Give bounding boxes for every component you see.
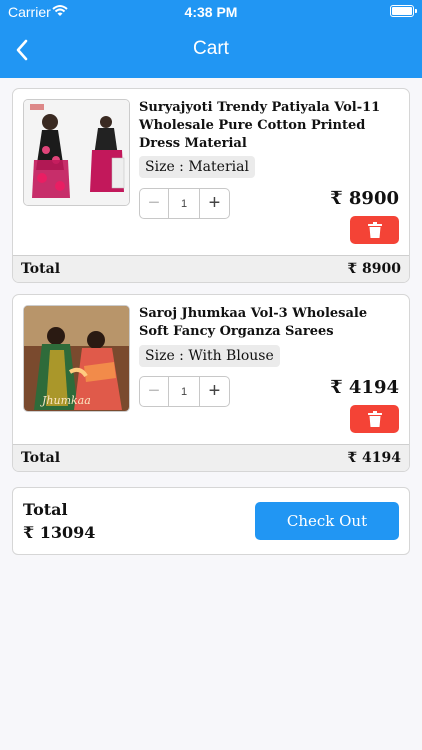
item-total-value: ₹ 8900 — [347, 261, 401, 277]
status-bar: Carrier 4:38 PM — [0, 0, 422, 24]
decrement-button[interactable]: − — [139, 376, 169, 407]
item-total-label: Total — [21, 261, 61, 277]
quantity-stepper: − 1 + — [139, 376, 230, 407]
page-title: Cart — [193, 38, 229, 59]
grand-total-label: Total — [23, 500, 68, 519]
item-price: ₹ 4194 — [330, 377, 399, 398]
trash-icon — [367, 411, 382, 427]
status-time: 4:38 PM — [184, 4, 238, 20]
quantity-stepper: − 1 + — [139, 188, 230, 219]
quantity-field[interactable]: 1 — [169, 376, 199, 407]
trash-icon — [367, 222, 382, 238]
product-image-caption: Jhumkaa — [42, 394, 91, 407]
product-name[interactable]: Suryajyoti Trendy Patiyala Vol-11 Wholes… — [139, 99, 401, 153]
cart-item: Jhumkaa Saroj Jhumkaa Vol-3 Wholesale So… — [12, 294, 410, 472]
size-badge: Size : Material — [139, 156, 255, 178]
quantity-field[interactable]: 1 — [169, 188, 199, 219]
item-total-value: ₹ 4194 — [347, 450, 401, 466]
checkout-button[interactable]: Check Out — [255, 502, 399, 540]
grand-total-value: ₹ 13094 — [23, 523, 96, 542]
product-image[interactable]: Jhumkaa — [23, 305, 130, 412]
cart-summary: Total ₹ 13094 Check Out — [12, 487, 410, 555]
increment-button[interactable]: + — [199, 376, 230, 407]
cart-item: Suryajyoti Trendy Patiyala Vol-11 Wholes… — [12, 88, 410, 283]
item-price: ₹ 8900 — [330, 188, 399, 209]
item-total-bar: Total ₹ 4194 — [13, 444, 409, 471]
increment-button[interactable]: + — [199, 188, 230, 219]
item-total-label: Total — [21, 450, 61, 466]
battery-icon — [390, 5, 417, 17]
app-bar: Carrier 4:38 PM Cart — [0, 0, 422, 78]
product-name[interactable]: Saroj Jhumkaa Vol-3 Wholesale Soft Fancy… — [139, 305, 401, 341]
product-image[interactable] — [23, 99, 130, 206]
decrement-button[interactable]: − — [139, 188, 169, 219]
delete-button[interactable] — [350, 405, 399, 433]
delete-button[interactable] — [350, 216, 399, 244]
item-total-bar: Total ₹ 8900 — [13, 255, 409, 282]
size-badge: Size : With Blouse — [139, 345, 280, 367]
